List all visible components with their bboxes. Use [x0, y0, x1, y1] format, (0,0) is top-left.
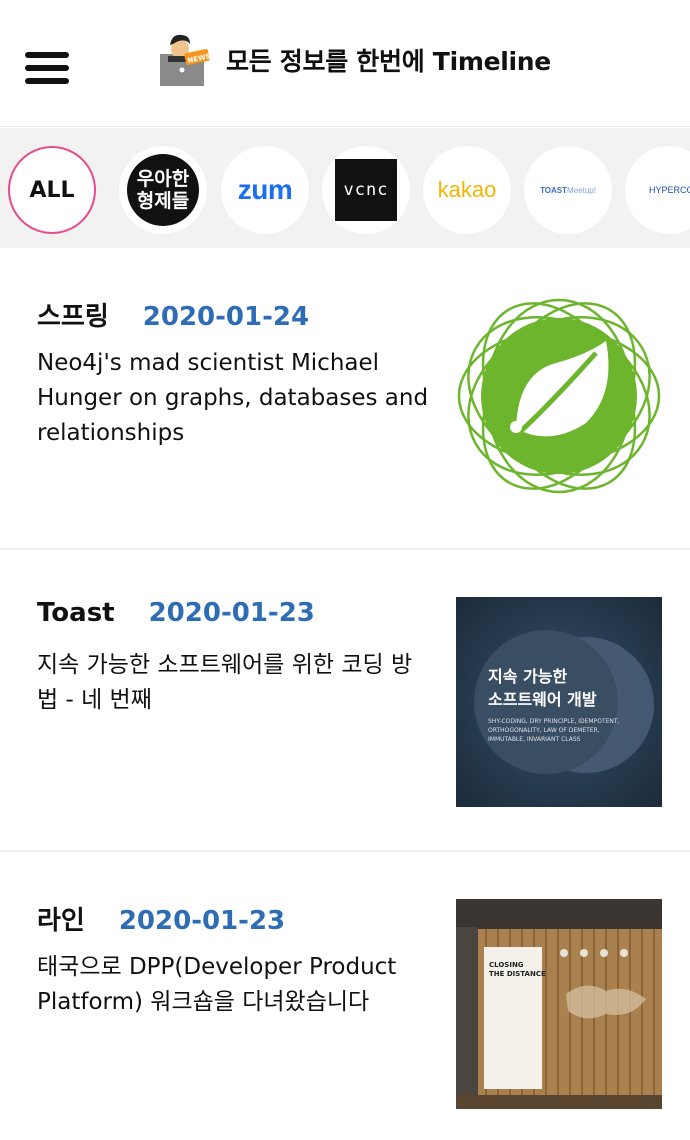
vcnc-logo: vcnc — [335, 159, 397, 221]
post-date: 2020-01-23 — [148, 598, 315, 628]
thumb-heading: 지속 가능한 소프트웨어 개발 — [488, 665, 597, 711]
thumb-heading-line2: 소프트웨어 개발 — [488, 690, 597, 709]
sign-panel-line1: CLOSING — [489, 961, 524, 969]
filter-chip-all[interactable]: ALL — [8, 146, 96, 234]
thumb-subtext-line2: ORTHOGONALITY, LAW OF DEMETER, — [488, 727, 600, 734]
post-source: 스프링 — [37, 302, 109, 332]
woowa-logo: 우아한 형제들 — [127, 154, 199, 226]
thumb-subtext: SHY-CODING, DRY PRINCIPLE, IDEMPOTENT, O… — [488, 717, 619, 744]
app-header: NEWS 모든 정보를 한번에 Timeline — [0, 0, 690, 127]
sign-panel-title: CLOSING THE DISTANCE — [489, 961, 546, 979]
toast-logo-sub: Meetup! — [567, 185, 596, 195]
vcnc-logo-text: vcnc — [343, 180, 389, 200]
menu-bar — [25, 65, 69, 71]
post-meta: Toast 2020-01-23 — [37, 598, 315, 628]
filter-chip-kakao[interactable]: kakao — [423, 146, 511, 234]
post-title[interactable]: 지속 가능한 소프트웨어를 위한 코딩 방법 - 네 번째 — [37, 648, 432, 718]
filter-chip-toast[interactable]: TOASTMeetup! — [524, 146, 612, 234]
post-meta: 스프링 2020-01-24 — [37, 296, 309, 333]
hyperconnect-logo: HYPERCONNE — [649, 185, 690, 195]
menu-bar — [25, 78, 69, 84]
filter-chip-woowa[interactable]: 우아한 형제들 — [119, 146, 207, 234]
post-thumbnail[interactable] — [456, 293, 662, 503]
post-date: 2020-01-24 — [142, 302, 310, 332]
post-card[interactable]: 스프링 2020-01-24 Neo4j's mad scientist Mic… — [0, 248, 690, 550]
toast-logo-main: TOAST — [540, 185, 568, 195]
filter-chip-hyperconnect[interactable]: HYPERCONNE — [625, 146, 690, 234]
post-thumbnail[interactable]: CLOSING THE DISTANCE — [456, 899, 662, 1109]
menu-bar — [25, 52, 69, 58]
filter-chip-label: ALL — [29, 177, 75, 203]
post-thumbnail[interactable]: 지속 가능한 소프트웨어 개발 SHY-CODING, DRY PRINCIPL… — [456, 597, 662, 807]
post-card[interactable]: 라인 2020-01-23 태국으로 DPP(Developer Product… — [0, 852, 690, 1140]
spring-leaf-icon — [457, 298, 661, 494]
post-date: 2020-01-23 — [118, 906, 286, 936]
woowa-logo-line1: 우아한 — [136, 168, 190, 190]
woowa-logo-line2: 형제들 — [136, 190, 190, 212]
toast-meetup-logo: TOASTMeetup! — [540, 186, 596, 195]
thumb-subtext-line3: IMMUTABLE, INVARIANT CLASS — [488, 736, 581, 743]
post-title[interactable]: Neo4j's mad scientist Michael Hunger on … — [37, 346, 432, 451]
post-card[interactable]: Toast 2020-01-23 지속 가능한 소프트웨어를 위한 코딩 방법 … — [0, 550, 690, 852]
site-logo-link[interactable]: NEWS 모든 정보를 한번에 Timeline — [158, 32, 558, 88]
zum-logo: zum — [237, 174, 293, 205]
sign-panel-line2: THE DISTANCE — [489, 970, 546, 978]
source-filter-bar[interactable]: ALL 우아한 형제들 zum vcnc kakao TOASTMeetup! … — [0, 128, 690, 248]
post-source: Toast — [37, 598, 115, 628]
hamburger-menu-button[interactable] — [25, 52, 71, 88]
thumb-subtext-line1: SHY-CODING, DRY PRINCIPLE, IDEMPOTENT, — [488, 718, 620, 725]
news-reader-icon: NEWS — [160, 34, 211, 86]
kakao-logo: kakao — [437, 177, 497, 202]
filter-chip-vcnc[interactable]: vcnc — [322, 146, 410, 234]
post-title[interactable]: 태국으로 DPP(Developer Product Platform) 워크숍… — [37, 950, 432, 1020]
filter-chip-zum[interactable]: zum — [221, 146, 309, 234]
post-source: 라인 — [37, 906, 85, 936]
post-meta: 라인 2020-01-23 — [37, 900, 285, 937]
thumb-heading-line1: 지속 가능한 — [488, 667, 568, 686]
page-title: 모든 정보를 한번에 Timeline — [226, 47, 551, 76]
